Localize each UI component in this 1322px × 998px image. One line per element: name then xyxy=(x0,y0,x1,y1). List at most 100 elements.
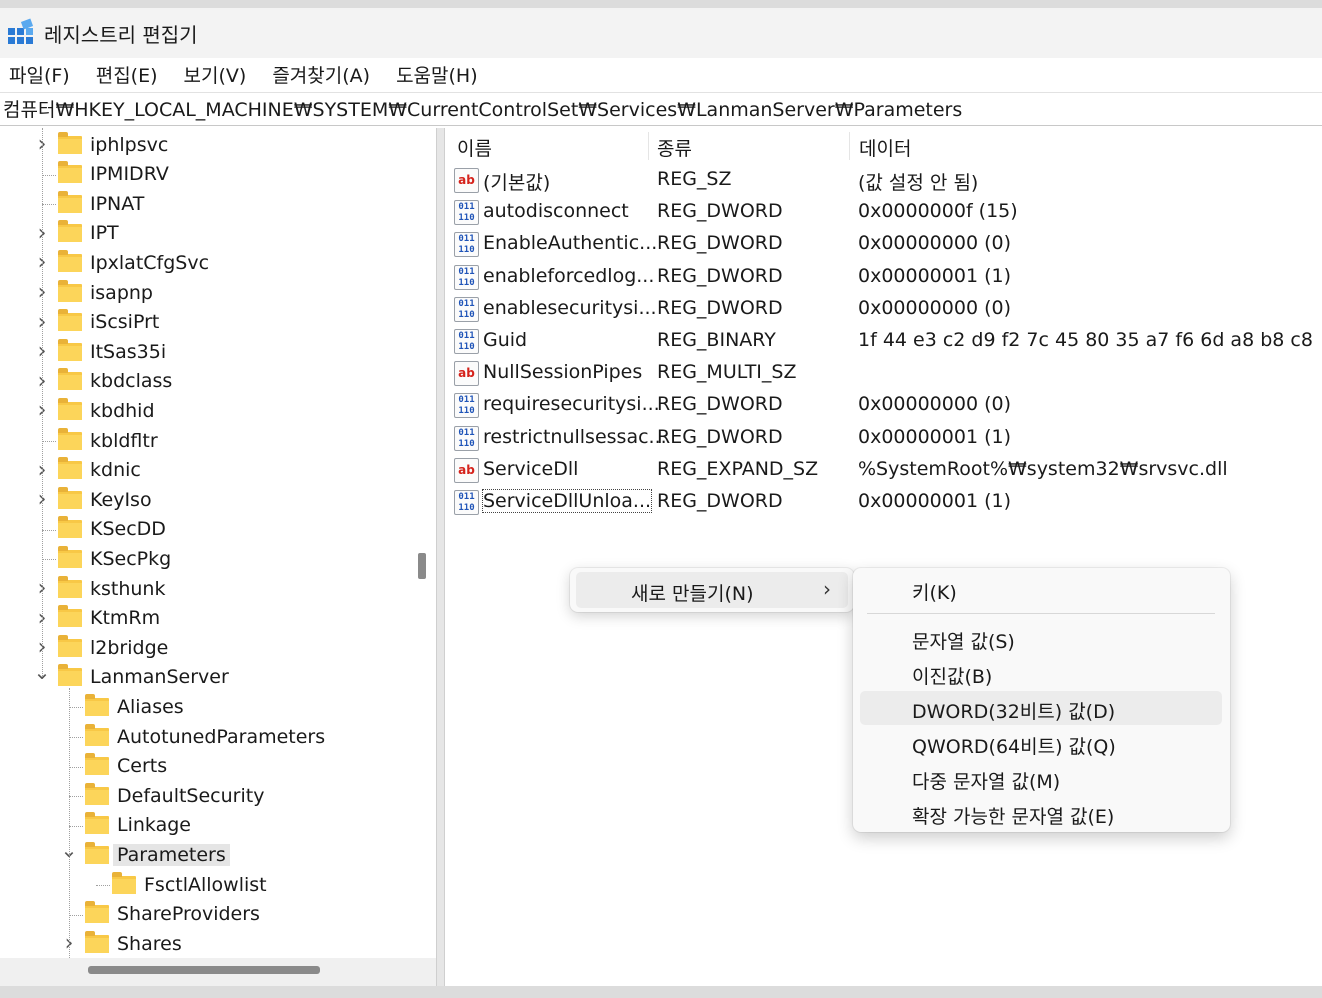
string-value-icon: ab xyxy=(454,361,479,387)
value-data: 0x00000000 (0) xyxy=(858,232,1011,255)
tree-item[interactable]: › IpxlatCfgSvc xyxy=(32,248,209,277)
tree-item-label: ShareProviders xyxy=(117,903,260,926)
folder-icon xyxy=(85,723,109,746)
value-row[interactable]: 011 110 EnableAuthentic... REG_DWORD 0x0000… xyxy=(446,228,1322,260)
value-type: REG_DWORD xyxy=(657,200,783,223)
value-row[interactable]: 011 110 autodisconnect REG_DWORD 0x0000000f… xyxy=(446,196,1322,228)
folder-icon xyxy=(58,575,82,598)
folder-icon xyxy=(58,131,82,154)
tree-item[interactable]: › IPT xyxy=(32,219,119,248)
tree-item-label: kdnic xyxy=(90,459,141,482)
tree-item[interactable]: ⌄ Parameters xyxy=(59,838,230,869)
tree-item[interactable]: DefaultSecurity xyxy=(59,781,264,810)
value-row[interactable]: 011 110 Guid REG_BINARY 1f 44 e3 c2 d9 f2 7… xyxy=(446,325,1322,357)
value-row[interactable]: 011 110 enablesecuritysi... REG_DWORD 0x000… xyxy=(446,293,1322,325)
tree-item[interactable]: ⌄ LanmanServer xyxy=(32,660,229,692)
submenu-item[interactable]: 이진값(B) xyxy=(860,656,1222,690)
tree-item[interactable]: › ksthunk xyxy=(32,574,165,603)
tree-item-label: Shares xyxy=(117,932,182,955)
value-name: restrictnullsessac... xyxy=(483,425,667,448)
context-menu-new-label: 새로 만들기(N) xyxy=(631,583,754,605)
tree-item[interactable]: › KtmRm xyxy=(32,604,160,633)
tree-connector-line xyxy=(69,796,83,798)
tree-item[interactable]: › kdnic xyxy=(32,456,141,485)
value-row[interactable]: 011 110 restrictnullsessac... REG_DWORD 0x0… xyxy=(446,422,1322,454)
submenu-item[interactable]: DWORD(32비트) 값(D) xyxy=(860,691,1222,725)
tree-item-label: isapnp xyxy=(90,281,153,304)
folder-icon xyxy=(58,545,82,568)
string-value-icon: ab xyxy=(454,168,479,193)
value-type: REG_DWORD xyxy=(657,232,783,255)
tree-item-label: iphlpsvc xyxy=(90,133,169,156)
value-row[interactable]: ab ServiceDll REG_EXPAND_SZ %SystemRoot%₩sy… xyxy=(446,454,1322,486)
binary-value-icon: 011 110 xyxy=(454,296,479,322)
tree-item-label: Parameters xyxy=(113,843,230,866)
value-row[interactable]: ab NullSessionPipes REG_MULTI_SZ xyxy=(446,357,1322,389)
submenu-item[interactable]: 다중 문자열 값(M) xyxy=(860,761,1222,795)
folder-icon xyxy=(85,693,109,716)
tree-connector-line xyxy=(42,529,56,531)
value-name: NullSessionPipes xyxy=(483,361,643,384)
pane-splitter[interactable] xyxy=(436,128,445,986)
tree-vertical-scrollbar-thumb[interactable] xyxy=(418,553,426,579)
tree-connector-line xyxy=(42,559,56,561)
tree-item-label: FsctlAllowlist xyxy=(144,873,267,896)
folder-icon xyxy=(112,871,136,894)
tree-item[interactable]: › iphlpsvc xyxy=(32,130,168,159)
value-type: REG_DWORD xyxy=(657,490,783,512)
value-row[interactable]: 011 110 ServiceDllUnloa... REG_DWORD 0x0000… xyxy=(446,486,1322,518)
tree-item[interactable]: FsctlAllowlist xyxy=(86,870,267,899)
submenu-item[interactable]: 문자열 값(S) xyxy=(860,621,1222,655)
tree-connector-line xyxy=(42,204,56,206)
submenu-item[interactable]: 확장 가능한 문자열 값(E) xyxy=(860,796,1222,830)
submenu-item[interactable]: 키(K) xyxy=(860,572,1222,606)
address-bar[interactable]: 컴퓨터₩HKEY_LOCAL_MACHINE₩SYSTEM₩CurrentCon… xyxy=(0,92,1322,126)
tree-item[interactable]: › kbdhid xyxy=(32,396,155,425)
folder-icon xyxy=(58,634,82,657)
key-tree[interactable]: › iphlpsvc IPMIDRV IPNAT › IPT › IpxlatCfgSvc › i… xyxy=(0,128,410,958)
value-name: enableforcedlog... xyxy=(483,264,655,287)
value-name: (기본값) xyxy=(483,172,551,194)
column-header-type[interactable]: 종류 xyxy=(657,134,692,161)
submenu-item-label: DWORD(32비트) 값(D) xyxy=(912,701,1116,723)
tree-item[interactable]: › KeyIso xyxy=(32,485,152,514)
tree-item[interactable]: › Shares xyxy=(59,929,182,958)
value-data: 0x00000001 (1) xyxy=(858,490,1011,512)
tree-item[interactable]: AutotunedParameters xyxy=(59,722,325,751)
menu-item[interactable]: 파일(F) xyxy=(9,61,70,88)
folder-icon xyxy=(58,279,82,302)
window-bottom-border xyxy=(0,986,1322,998)
value-row[interactable]: ab (기본값) REG_SZ (값 설정 안 됨) xyxy=(446,164,1322,196)
tree-item[interactable]: ShareProviders xyxy=(59,900,260,929)
value-type: REG_EXPAND_SZ xyxy=(657,457,819,480)
tree-item[interactable]: › kbdclass xyxy=(32,367,172,396)
values-list[interactable]: 이름 종류 데이터 ab (기본값) REG_SZ (값 설정 안 됨) 011 110… xyxy=(446,128,1322,986)
folder-icon xyxy=(58,664,82,687)
tree-item[interactable]: › ItSas35i xyxy=(32,337,166,366)
column-header-name[interactable]: 이름 xyxy=(457,134,492,161)
tree-item[interactable]: › isapnp xyxy=(32,278,153,307)
submenu-item-label: 다중 문자열 값(M) xyxy=(912,771,1061,793)
submenu-item[interactable]: QWORD(64비트) 값(Q) xyxy=(860,726,1222,760)
menu-item[interactable]: 도움말(H) xyxy=(396,61,478,88)
context-menu-new[interactable]: 새로 만들기(N) › xyxy=(576,572,848,608)
menu-item[interactable]: 즐겨찾기(A) xyxy=(272,61,370,88)
tree-item[interactable]: › iScsiPrt xyxy=(32,308,159,337)
column-header-data[interactable]: 데이터 xyxy=(859,134,911,161)
menu-item[interactable]: 보기(V) xyxy=(184,61,247,88)
folder-icon xyxy=(85,812,109,835)
menu-item[interactable]: 편집(E) xyxy=(96,61,158,88)
tree-item-label: kbdhid xyxy=(90,399,155,422)
tree-horizontal-scrollbar-thumb[interactable] xyxy=(88,966,320,974)
tree-connector-line xyxy=(69,688,70,958)
tree-item-label: ItSas35i xyxy=(90,340,167,363)
tree-item[interactable]: › l2bridge xyxy=(32,633,168,662)
value-data: 0x00000001 (1) xyxy=(858,264,1011,287)
binary-value-icon: 011 110 xyxy=(454,200,479,226)
value-row[interactable]: 011 110 requiresecuritysi... REG_DWORD 0x00… xyxy=(446,389,1322,421)
value-row[interactable]: 011 110 enableforcedlog... REG_DWORD 0x0000… xyxy=(446,261,1322,293)
tree-item-label: l2bridge xyxy=(90,636,169,659)
tree-connector-line xyxy=(69,914,83,916)
value-name: autodisconnect xyxy=(483,200,629,223)
folder-icon xyxy=(58,190,82,213)
